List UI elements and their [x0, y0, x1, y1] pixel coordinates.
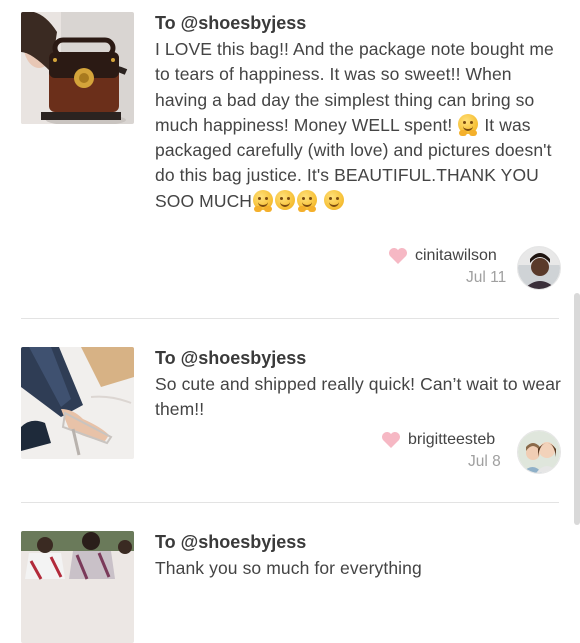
review-text: So cute and shipped really quick! Can’t … [155, 374, 561, 420]
hugging-face-emoji [297, 189, 318, 212]
review-item: To @shoesbyjess Thank you so much for ev… [0, 503, 580, 643]
smiling-face-emoji [324, 189, 345, 210]
user-avatar [518, 431, 560, 473]
avatar[interactable] [517, 246, 561, 290]
product-thumbnail[interactable] [21, 12, 134, 124]
user-avatar [518, 247, 560, 289]
review-text: I LOVE this bag!! And the package note b… [155, 39, 554, 212]
reviewer-username[interactable]: cinitawilson [415, 247, 497, 265]
hugging-face-emoji [253, 189, 274, 212]
heart-icon[interactable] [388, 247, 408, 265]
scrollbar[interactable] [574, 293, 580, 525]
review-item: To @shoesbyjess So cute and shipped real… [0, 319, 580, 502]
hugging-face-emoji [458, 113, 479, 136]
reviewer-username[interactable]: brigitteesteb [408, 431, 495, 449]
heels-photo [21, 347, 134, 459]
avatar[interactable] [517, 430, 561, 474]
product-thumbnail[interactable] [21, 347, 134, 459]
handbag-photo [21, 12, 134, 124]
review-text: Thank you so much for everything [155, 558, 422, 578]
review-date: Jul 11 [466, 269, 507, 286]
review-date: Jul 8 [468, 453, 501, 470]
product-thumbnail[interactable] [21, 531, 134, 643]
recipient-label: To @shoesbyjess [155, 13, 307, 33]
smiling-face-emoji [275, 189, 296, 210]
review-item: To @shoesbyjess I LOVE this bag!! And th… [0, 0, 580, 318]
heart-icon[interactable] [381, 431, 401, 449]
recipient-label: To @shoesbyjess [155, 532, 307, 552]
recipient-label: To @shoesbyjess [155, 348, 307, 368]
clothing-photo [21, 531, 134, 643]
